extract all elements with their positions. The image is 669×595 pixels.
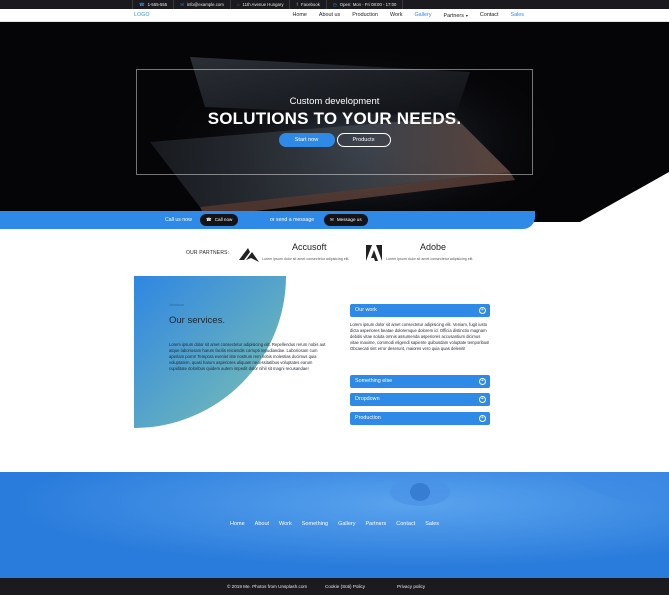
message-us-label: Message us: [336, 217, 362, 222]
footer-link-something[interactable]: Something: [297, 521, 333, 527]
accordion-label: Production: [355, 415, 381, 421]
plus-circle-icon: +: [479, 396, 486, 403]
nav-item-work[interactable]: Work: [384, 9, 408, 22]
accordion-production[interactable]: Production +: [350, 412, 490, 425]
partner-name: Accusoft: [292, 242, 327, 252]
footer-menu: Home About Work Something Gallery Partne…: [0, 521, 669, 527]
main-navbar: LOGO Home About us Production Work Galle…: [0, 9, 669, 22]
partners-label: OUR PARTNERS:: [186, 250, 230, 256]
send-message-text: or send a message: [270, 217, 315, 223]
footer-link-partners[interactable]: Partners: [360, 521, 391, 527]
nav-item-contact[interactable]: Contact: [474, 9, 505, 22]
footer-link-home[interactable]: Home: [225, 521, 250, 527]
adobe-logo-icon: [366, 245, 382, 261]
call-us-text: Call us now: [165, 217, 192, 223]
hero-subtitle: Custom development: [289, 96, 380, 107]
call-now-label: Call now: [214, 217, 233, 222]
footer-link-about[interactable]: About: [250, 521, 274, 527]
top-info-bar: ☎ 1-555-555 ✉ info@example.com ⌂ 11th Av…: [0, 0, 669, 9]
topbar-item-email[interactable]: ✉ info@example.com: [174, 0, 231, 9]
topbar-item-facebook[interactable]: f Facebook: [290, 0, 327, 9]
products-button[interactable]: Products: [336, 133, 391, 147]
services-text: Lorem ipsum dolor sit amet consectetur a…: [169, 342, 326, 372]
hero-section: Custom development SOLUTIONS TO YOUR NEE…: [0, 22, 669, 222]
topbar-item-hours: ◷ Open: Mon - Fri 08:00 - 17:00: [327, 0, 404, 9]
copyright-text: © 2019 Me. Photos from Unsplash.com: [227, 584, 308, 589]
mail-icon: ✉: [180, 2, 184, 7]
footer-link-work[interactable]: Work: [274, 521, 297, 527]
cookie-policy-link[interactable]: Cookie (Süti) Policy: [325, 578, 365, 595]
chevron-down-icon: ▾: [465, 13, 468, 18]
accusoft-logo-icon: [239, 248, 259, 262]
clock-icon: ◷: [332, 2, 337, 7]
partner-description: Lorem ipsum dolor sit amet consectetur a…: [262, 257, 350, 261]
plus-circle-icon: +: [479, 307, 486, 314]
address-text: 11th Avenue Hungary: [242, 2, 284, 7]
partner-description: Lorem ipsum dolor sit amet consectetur a…: [386, 257, 474, 261]
privacy-policy-link[interactable]: Privacy policy: [397, 578, 425, 595]
accordion-label: Our work: [355, 307, 377, 313]
nav-item-partners[interactable]: Partners ▾: [438, 9, 474, 22]
mail-icon: ✉: [330, 217, 334, 222]
home-icon: ⌂: [236, 2, 240, 7]
logo[interactable]: LOGO: [134, 9, 150, 22]
accordion-something-else[interactable]: Something else +: [350, 375, 490, 388]
start-now-button[interactable]: Start now: [278, 133, 335, 147]
contact-info-list: ☎ 1-555-555 ✉ info@example.com ⌂ 11th Av…: [132, 0, 404, 9]
plus-circle-icon: +: [479, 378, 486, 385]
hero-frame: Custom development SOLUTIONS TO YOUR NEE…: [136, 69, 533, 175]
bottom-bar: © 2019 Me. Photos from Unsplash.com Cook…: [0, 578, 669, 595]
contact-strip: Call us now ☎ Call now or send a message …: [0, 211, 535, 229]
topbar-item-address: ⌂ 11th Avenue Hungary: [231, 0, 291, 9]
phone-text: 1-555-555: [147, 2, 168, 7]
accordion-label: Dropdown: [355, 396, 380, 402]
accordion-label: Something else: [355, 378, 393, 384]
nav-item-sales[interactable]: Sales: [505, 9, 531, 22]
facebook-icon: f: [296, 2, 298, 7]
footer-link-sales[interactable]: Sales: [420, 521, 444, 527]
footer-link-gallery[interactable]: Gallery: [333, 521, 360, 527]
hours-text: Open: Mon - Fri 08:00 - 17:00: [339, 2, 397, 7]
plus-circle-icon: +: [479, 415, 486, 422]
accordion-dropdown[interactable]: Dropdown +: [350, 393, 490, 406]
nav-item-gallery[interactable]: Gallery: [408, 9, 437, 22]
nav-menu: Home About us Production Work Gallery Pa…: [287, 9, 530, 22]
phone-icon: ☎: [139, 2, 145, 7]
services-title: Our services.: [169, 315, 225, 326]
footer-link-contact[interactable]: Contact: [391, 521, 420, 527]
email-text: info@example.com: [186, 2, 224, 7]
hero-buttons: Start now Products: [137, 133, 532, 147]
phone-icon: ☎: [206, 217, 212, 222]
services-eyebrow: Introduce: [169, 303, 184, 307]
hero-title: SOLUTIONS TO YOUR NEEDS.: [207, 109, 462, 128]
facebook-text: Facebook: [300, 2, 320, 7]
nav-item-partners-label: Partners: [443, 13, 464, 19]
accordion-our-work-body: Lorem ipsum dolor sit amet consectetur a…: [350, 322, 490, 351]
nav-item-production[interactable]: Production: [346, 9, 384, 22]
partner-name: Adobe: [420, 242, 447, 252]
message-us-button[interactable]: ✉ Message us: [324, 214, 368, 226]
topbar-item-phone[interactable]: ☎ 1-555-555: [132, 0, 175, 9]
accordion-our-work[interactable]: Our work +: [350, 304, 490, 317]
nav-item-home[interactable]: Home: [287, 9, 313, 22]
call-now-button[interactable]: ☎ Call now: [200, 214, 239, 226]
nav-item-about-us[interactable]: About us: [313, 9, 346, 22]
